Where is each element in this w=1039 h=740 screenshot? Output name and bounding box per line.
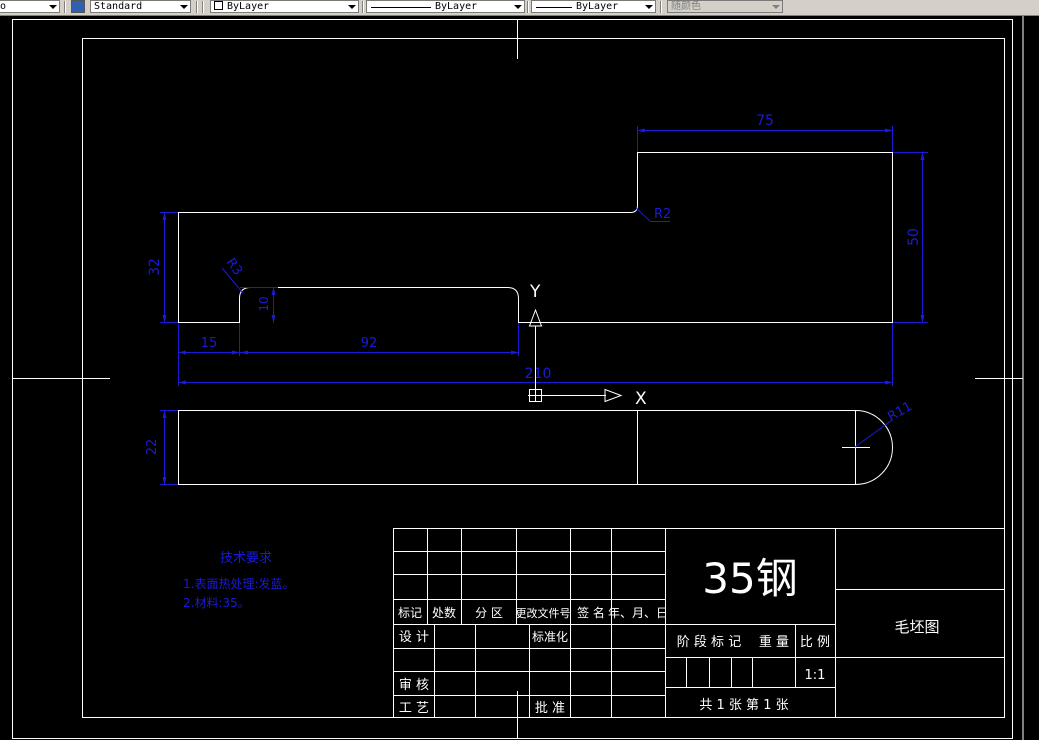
ucs-x-label: X	[635, 389, 647, 409]
outer-border	[12, 19, 1013, 739]
header-count: 处数	[432, 605, 456, 620]
label-review: 审 核	[399, 678, 429, 693]
ucs-icon	[528, 308, 623, 403]
dim-left-offset[interactable]: 15	[201, 336, 218, 351]
header-signature: 签 名	[577, 605, 605, 620]
notes-title[interactable]: 技术要求	[220, 551, 272, 566]
material-label[interactable]: 35钢	[702, 554, 797, 603]
dim-left-height[interactable]: 32	[147, 258, 163, 276]
header-change-doc: 更改文件号	[516, 606, 571, 620]
dimension-lines	[160, 126, 928, 485]
header-mark: 标记	[398, 606, 422, 620]
dimension-arrows	[162, 128, 925, 485]
scale-value[interactable]: 1:1	[805, 668, 826, 683]
dim-overall-length[interactable]: 210	[525, 366, 552, 382]
dim-slot-fillet[interactable]: R3	[223, 256, 245, 279]
dim-top-width[interactable]: 75	[756, 113, 774, 129]
notes-line-2[interactable]: 2.材料:35。	[183, 596, 250, 610]
dim-end-radius[interactable]: R11	[885, 399, 915, 425]
part-bottom-view[interactable]	[178, 410, 893, 485]
label-scale: 比 例	[800, 635, 830, 650]
header-date: 年、月、日	[608, 606, 668, 620]
dim-slot-length[interactable]: 92	[361, 336, 378, 351]
notes-line-1[interactable]: 1.表面热处理:发蓝。	[183, 576, 295, 591]
label-weight: 重 量	[759, 634, 789, 650]
header-zone: 分 区	[475, 606, 503, 620]
drawing-canvas[interactable]: 75 R2 50 32 R3 10 15 92 210 22 R11 Y X 技…	[0, 0, 1039, 740]
label-standardize: 标准化	[532, 630, 568, 644]
dim-right-height[interactable]: 50	[906, 228, 922, 246]
label-process: 工 艺	[399, 701, 429, 716]
dim-fillet-r2[interactable]: R2	[654, 207, 671, 222]
sheet-info: 共 1 张 第 1 张	[699, 698, 788, 713]
dim-bottom-height[interactable]: 22	[145, 439, 160, 456]
dim-slot-depth[interactable]: 10	[257, 296, 271, 311]
drawing-name[interactable]: 毛坯图	[894, 618, 939, 636]
ucs-y-label: Y	[529, 282, 541, 302]
label-design: 设 计	[399, 630, 429, 645]
label-approve: 批 准	[535, 701, 565, 716]
label-stage-mark: 阶 段 标 记	[677, 635, 741, 650]
